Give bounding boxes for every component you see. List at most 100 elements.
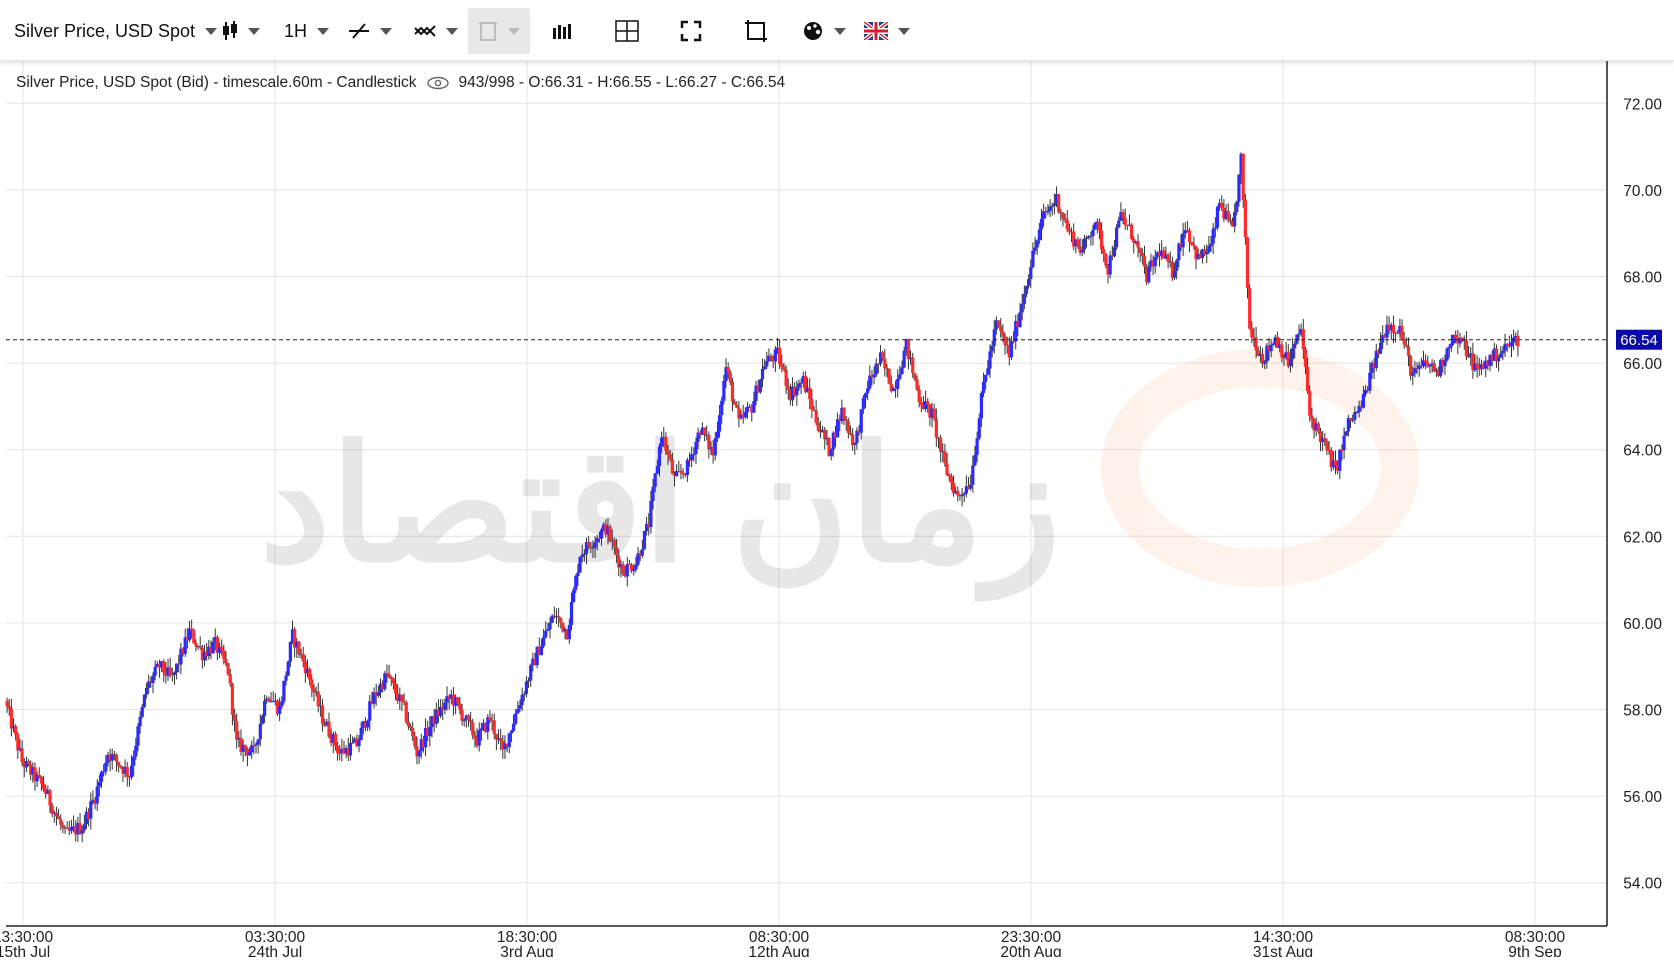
candle-body (1342, 435, 1346, 451)
candle-body (902, 350, 906, 368)
candle-body (773, 349, 777, 362)
y-tick-label: 70.00 (1623, 183, 1662, 200)
indicators-button[interactable] (414, 8, 458, 54)
volume-button[interactable] (552, 8, 572, 54)
candle-body (981, 381, 986, 394)
candle-body (784, 369, 788, 387)
candle-body (760, 368, 765, 380)
candle-body (655, 466, 659, 474)
volume-bars-icon (553, 24, 571, 39)
candle-body (1406, 346, 1411, 356)
candle-body (1205, 252, 1209, 255)
candle-body (1003, 336, 1007, 345)
candle-body (1130, 224, 1134, 239)
candle-body (956, 490, 960, 496)
candle-body (228, 674, 232, 684)
candle-body (1037, 229, 1041, 241)
candle-body (1061, 213, 1065, 219)
candle-body (580, 554, 584, 558)
symbol-selector[interactable]: Silver Price, USD Spot (14, 8, 218, 54)
y-tick-label: 60.00 (1623, 616, 1662, 633)
candle-body (1411, 372, 1415, 376)
candle-body (1409, 355, 1413, 376)
candlestick-icon (223, 21, 237, 40)
candle-body (1499, 353, 1503, 358)
candle-body (37, 774, 41, 777)
candle-body (335, 745, 340, 753)
candle-body (136, 726, 140, 746)
candle-body (640, 549, 644, 556)
candle-body (479, 728, 483, 731)
candle-body (945, 463, 949, 475)
candle-body (1215, 206, 1220, 228)
candle-body (730, 382, 735, 402)
candle-body (1378, 342, 1383, 354)
y-tick-label: 58.00 (1623, 703, 1662, 720)
candle-body (726, 367, 730, 373)
candle-body (685, 459, 689, 476)
candle-body (1050, 205, 1054, 207)
candle-body (522, 693, 526, 695)
candlestick-chart[interactable]: 54.00 56.00 58.00 60.00 62.00 64.00 66.00 68.00… (0, 60, 1674, 961)
candle-body (211, 641, 215, 654)
candle-body (881, 352, 885, 359)
candle-body (1333, 460, 1338, 466)
candle-body (359, 727, 363, 741)
fullscreen-button[interactable] (680, 8, 702, 54)
candle-body (140, 706, 144, 717)
candle-body (649, 501, 653, 528)
candle-body (1027, 279, 1031, 286)
candle-body (1237, 174, 1241, 202)
candle-body (172, 672, 177, 675)
candle-body (1020, 304, 1024, 313)
crosshair-button[interactable] (614, 8, 640, 54)
candle-body (872, 374, 876, 378)
candle-body (986, 368, 990, 375)
candle-body (913, 373, 917, 380)
candle-body (260, 715, 265, 724)
candle-body (1391, 324, 1396, 333)
candle-body (1039, 218, 1044, 230)
drawing-tools-button[interactable] (348, 8, 392, 54)
chart-type-button[interactable] (222, 8, 260, 54)
candle-body (1166, 254, 1170, 262)
chevron-down-icon (380, 27, 392, 35)
candle-body (499, 737, 503, 741)
candle-body (898, 374, 902, 379)
chevron-down-icon (317, 27, 330, 35)
candle-body (250, 745, 254, 753)
candle-body (316, 691, 320, 707)
chart-area[interactable]: 54.00 56.00 58.00 60.00 62.00 64.00 66.00 68.00… (0, 60, 1674, 961)
candle-body (576, 572, 580, 577)
candle-body (187, 628, 192, 641)
candle-body (735, 404, 739, 408)
candle-body (175, 663, 179, 673)
candle-body (134, 745, 138, 757)
candle-body (612, 539, 617, 548)
delete-button[interactable] (468, 8, 530, 54)
candle-body (1187, 230, 1192, 242)
language-button[interactable] (864, 8, 910, 54)
candle-body (224, 659, 228, 664)
candle-body (1142, 256, 1147, 267)
candle-body (368, 701, 372, 721)
candle-body (333, 733, 338, 746)
candle-body (1402, 338, 1406, 345)
candle-body (387, 673, 391, 678)
candle-body (1048, 206, 1052, 211)
symbol-label: Silver Price, USD Spot (14, 20, 196, 41)
timeframe-button[interactable]: 1H (284, 8, 330, 54)
screenshot-button[interactable] (744, 8, 768, 54)
candle-body (786, 386, 790, 391)
candle-body (1031, 250, 1035, 268)
screenshot-frame-icon (745, 20, 767, 42)
candle-body (1396, 332, 1400, 334)
candle-body (518, 705, 522, 709)
candle-body (1248, 288, 1252, 329)
theme-button[interactable] (802, 8, 846, 54)
candle-body (194, 642, 198, 647)
eye-icon[interactable] (426, 76, 449, 90)
candle-body (220, 646, 224, 651)
candle-body (720, 400, 724, 416)
candle-body (844, 419, 848, 421)
